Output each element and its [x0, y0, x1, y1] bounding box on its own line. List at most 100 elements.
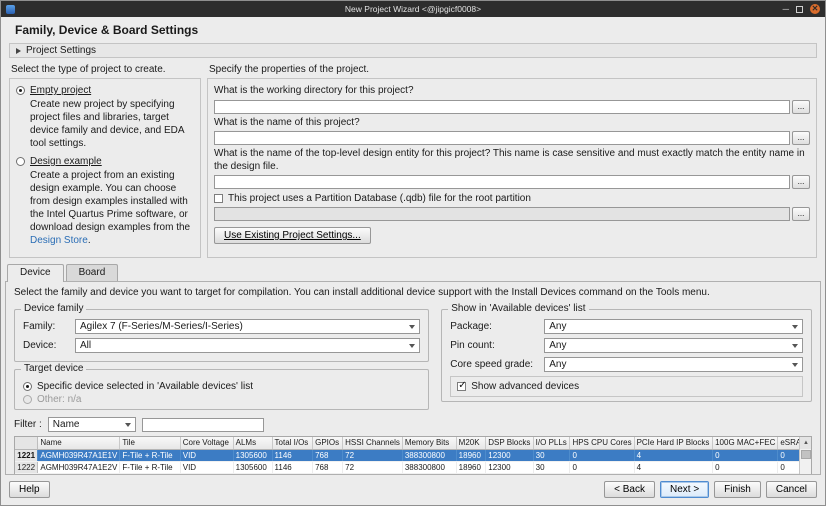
device-table-row[interactable]: 1222AGMH039R47A1E2VF-Tile + R-TileVID130…	[15, 461, 811, 473]
finish-button[interactable]: Finish	[714, 481, 761, 498]
tab-device[interactable]: Device	[7, 264, 64, 282]
column-header-tile[interactable]: Tile	[120, 437, 180, 449]
advanced-devices-box: Show advanced devices	[450, 376, 803, 397]
column-header-i-o-plls[interactable]: I/O PLLs	[533, 437, 570, 449]
new-project-wizard-dialog: New Project Wizard <@jipgicf0008> ─ ✕ Fa…	[0, 0, 826, 506]
qdb-file-browse-button[interactable]: ...	[792, 207, 810, 221]
core-speed-grade-combo[interactable]: Any	[544, 357, 803, 372]
minimize-icon[interactable]: ─	[783, 5, 789, 14]
empty-project-radio[interactable]: Empty project	[16, 85, 194, 96]
column-header-total-i-os[interactable]: Total I/Os	[272, 437, 313, 449]
design-example-radio[interactable]: Design example	[16, 156, 194, 167]
column-header-m20k[interactable]: M20K	[456, 437, 486, 449]
show-in-list-groupbox: Show in 'Available devices' list Package…	[441, 309, 812, 402]
working-directory-browse-button[interactable]: ...	[792, 100, 810, 114]
radio-icon[interactable]	[23, 382, 32, 391]
specific-device-label: Specific device selected in 'Available d…	[37, 381, 253, 392]
next-button[interactable]: Next >	[660, 481, 709, 498]
top-level-entity-browse-button[interactable]: ...	[792, 175, 810, 189]
vertical-scrollbar[interactable]: ▲ ▼	[799, 437, 811, 475]
pin-count-combo-value: Any	[549, 340, 566, 351]
column-header-hssi-channels[interactable]: HSSI Channels	[343, 437, 403, 449]
package-combo-value: Any	[549, 321, 566, 332]
project-name-browse-button[interactable]: ...	[792, 131, 810, 145]
project-name-input[interactable]	[214, 131, 790, 145]
working-directory-input[interactable]	[214, 100, 790, 114]
column-header-gpios[interactable]: GPIOs	[313, 437, 343, 449]
empty-project-label[interactable]: Empty project	[30, 85, 91, 96]
design-store-link[interactable]: Design Store	[30, 235, 88, 246]
core-speed-grade-label: Core speed grade:	[450, 359, 538, 370]
device-cell: AGMH039R47A1E1V	[38, 449, 120, 461]
device-cell: 4	[634, 449, 713, 461]
project-settings-section[interactable]: Project Settings	[9, 43, 817, 58]
column-header-100g-mac-fec[interactable]: 100G MAC+FEC	[713, 437, 778, 449]
device-family-title: Device family	[21, 303, 86, 314]
device-cell: 1305600	[233, 449, 272, 461]
top-level-entity-input[interactable]	[214, 175, 790, 189]
device-cell: 1146	[272, 461, 313, 473]
device-cell: F-Tile + R-Tile	[120, 449, 180, 461]
column-header-alms[interactable]: ALMs	[233, 437, 272, 449]
title-bar[interactable]: New Project Wizard <@jipgicf0008> ─ ✕	[1, 1, 825, 17]
device-cell: 0	[570, 461, 634, 473]
device-cell: 388300800	[402, 461, 456, 473]
other-device-radio[interactable]: Other: n/a	[23, 394, 420, 405]
device-cell: 768	[313, 449, 343, 461]
page-title: Family, Device & Board Settings	[1, 17, 825, 39]
vertical-scroll-thumb[interactable]	[801, 450, 811, 459]
pin-count-combo[interactable]: Any	[544, 338, 803, 353]
column-header-name[interactable]: Name	[38, 437, 120, 449]
radio-icon[interactable]	[16, 86, 25, 95]
filter-input[interactable]	[142, 418, 264, 432]
filter-combo[interactable]: Name	[48, 417, 136, 432]
tab-board[interactable]: Board	[66, 264, 119, 281]
device-cell: VID	[180, 461, 233, 473]
target-device-title: Target device	[21, 363, 86, 374]
column-header-pcie-hard-ip-blocks[interactable]: PCIe Hard IP Blocks	[634, 437, 713, 449]
family-combo-value: Agilex 7 (F-Series/M-Series/I-Series)	[80, 321, 243, 332]
radio-icon[interactable]	[16, 157, 25, 166]
device-cell: 18960	[456, 461, 486, 473]
radio-icon	[23, 395, 32, 404]
device-combo[interactable]: All	[75, 338, 420, 353]
column-header-dsp-blocks[interactable]: DSP Blocks	[486, 437, 533, 449]
row-number: 1221	[15, 449, 38, 461]
scroll-up-icon[interactable]: ▲	[800, 437, 812, 449]
device-cell: 4	[634, 461, 713, 473]
qdb-file-input[interactable]	[214, 207, 790, 221]
back-button[interactable]: < Back	[604, 481, 655, 498]
other-device-label: Other: n/a	[37, 394, 81, 405]
help-button[interactable]: Help	[9, 481, 50, 498]
use-existing-settings-button[interactable]: Use Existing Project Settings...	[214, 227, 371, 244]
design-example-desc-text: Create a project from an existing design…	[30, 170, 190, 233]
show-advanced-devices-row[interactable]: Show advanced devices	[457, 381, 796, 392]
device-cell: 30	[533, 449, 570, 461]
project-type-panel: Select the type of project to create. Em…	[9, 62, 201, 258]
family-combo[interactable]: Agilex 7 (F-Series/M-Series/I-Series)	[75, 319, 420, 334]
qdb-checkbox-row[interactable]: This project uses a Partition Database (…	[214, 193, 810, 204]
device-table-row[interactable]: 1221AGMH039R47A1E1VF-Tile + R-TileVID130…	[15, 449, 811, 461]
core-speed-grade-combo-value: Any	[549, 359, 566, 370]
qdb-checkbox[interactable]	[214, 194, 223, 203]
qdb-checkbox-label: This project uses a Partition Database (…	[228, 193, 531, 204]
footer-buttons: Help < Back Next > Finish Cancel	[1, 475, 825, 505]
specific-device-radio[interactable]: Specific device selected in 'Available d…	[23, 381, 420, 392]
show-advanced-devices-checkbox[interactable]	[457, 382, 466, 391]
device-cell: F-Tile + R-Tile	[120, 461, 180, 473]
filter-combo-value: Name	[53, 419, 80, 430]
close-icon[interactable]: ✕	[810, 4, 820, 14]
column-header-hps-cpu-cores[interactable]: HPS CPU Cores	[570, 437, 634, 449]
design-example-label[interactable]: Design example	[30, 156, 102, 167]
available-devices-table[interactable]: NameTileCore VoltageALMsTotal I/OsGPIOsH…	[14, 436, 812, 475]
device-family-groupbox: Device family Family: Agilex 7 (F-Series…	[14, 309, 429, 362]
filter-label: Filter :	[14, 419, 42, 430]
empty-project-desc: Create new project by specifying project…	[30, 98, 192, 150]
device-cell: VID	[180, 449, 233, 461]
maximize-icon[interactable]	[796, 6, 803, 13]
column-header-memory-bits[interactable]: Memory Bits	[402, 437, 456, 449]
column-header-core-voltage[interactable]: Core Voltage	[180, 437, 233, 449]
device-combo-value: All	[80, 340, 91, 351]
package-combo[interactable]: Any	[544, 319, 803, 334]
cancel-button[interactable]: Cancel	[766, 481, 817, 498]
